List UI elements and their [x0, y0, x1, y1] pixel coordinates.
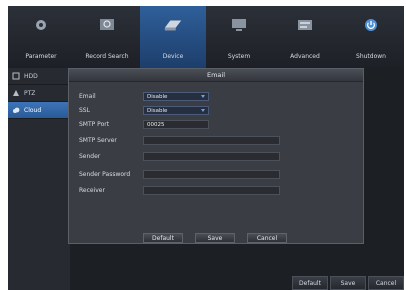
dialog-save-button[interactable]: Save	[195, 233, 235, 243]
advanced-icon	[295, 18, 315, 32]
nav-label: Advanced	[290, 53, 320, 60]
sidebar-item-hdd[interactable]: HDD	[8, 68, 70, 85]
ssl-row: SSL Disable	[79, 106, 209, 115]
hdd-small-icon	[12, 72, 20, 80]
ssl-value: Disable	[147, 107, 168, 114]
sender-field[interactable]	[143, 152, 280, 161]
power-icon	[361, 18, 381, 32]
email-select[interactable]: Disable	[143, 92, 209, 101]
monitor-icon	[229, 18, 249, 32]
hdd-icon	[163, 18, 183, 32]
sender-password-label: Sender Password	[79, 171, 131, 178]
page-default-button[interactable]: Default	[292, 276, 328, 290]
sidebar-item-label: HDD	[24, 72, 38, 80]
nav-item-parameter[interactable]: Parameter	[8, 6, 74, 68]
nav-item-device[interactable]: Device	[140, 6, 206, 68]
nav-label: Shutdown	[356, 53, 386, 60]
ssl-select[interactable]: Disable	[143, 106, 209, 115]
email-label: Email	[79, 93, 96, 100]
nav-item-advanced[interactable]: Advanced	[272, 6, 338, 68]
smtp-server-row: SMTP Server	[79, 136, 280, 145]
search-icon	[97, 18, 117, 32]
nav-label: Parameter	[25, 53, 57, 60]
sidebar: HDD PTZ Cloud	[8, 68, 70, 290]
page-save-button[interactable]: Save	[330, 276, 366, 290]
receiver-label: Receiver	[79, 187, 105, 194]
sidebar-item-label: PTZ	[24, 89, 36, 97]
chevron-down-icon	[201, 109, 205, 112]
email-dialog: Email Email Disable SSL Disable SMTP Por…	[68, 68, 364, 244]
smtp-port-field[interactable]: 00025	[143, 120, 209, 129]
dvr-screen: Parameter Record Search Device System Ad…	[8, 6, 404, 290]
receiver-field[interactable]	[143, 186, 280, 195]
sidebar-item-label: Cloud	[24, 106, 42, 114]
cloud-icon	[12, 106, 20, 114]
receiver-row: Receiver	[79, 186, 280, 195]
smtp-server-field[interactable]	[143, 136, 280, 145]
smtp-port-row: SMTP Port 00025	[79, 120, 209, 129]
smtp-server-label: SMTP Server	[79, 137, 117, 144]
nav-label: Record Search	[85, 53, 129, 60]
nav-item-system[interactable]: System	[206, 6, 272, 68]
ssl-label: SSL	[79, 107, 90, 114]
email-value: Disable	[147, 93, 168, 100]
ptz-icon	[12, 89, 20, 97]
nav-label: System	[227, 53, 251, 60]
gear-icon	[31, 18, 51, 32]
sender-password-row: Sender Password	[79, 170, 280, 179]
top-navigation: Parameter Record Search Device System Ad…	[8, 6, 404, 68]
nav-label: Device	[162, 53, 184, 60]
smtp-port-label: SMTP Port	[79, 121, 110, 128]
page-cancel-button[interactable]: Cancel	[368, 276, 404, 290]
nav-item-record-search[interactable]: Record Search	[74, 6, 140, 68]
nav-item-shutdown[interactable]: Shutdown	[338, 6, 404, 68]
sidebar-item-ptz[interactable]: PTZ	[8, 85, 70, 102]
sender-row: Sender	[79, 152, 280, 161]
dialog-cancel-button[interactable]: Cancel	[247, 233, 287, 243]
sender-label: Sender	[79, 153, 101, 160]
sidebar-item-cloud[interactable]: Cloud	[8, 102, 70, 119]
sender-password-field[interactable]	[143, 170, 280, 179]
chevron-down-icon	[201, 95, 205, 98]
dialog-default-button[interactable]: Default	[143, 233, 183, 243]
email-row: Email Disable	[79, 92, 209, 101]
dialog-title: Email	[69, 69, 363, 82]
